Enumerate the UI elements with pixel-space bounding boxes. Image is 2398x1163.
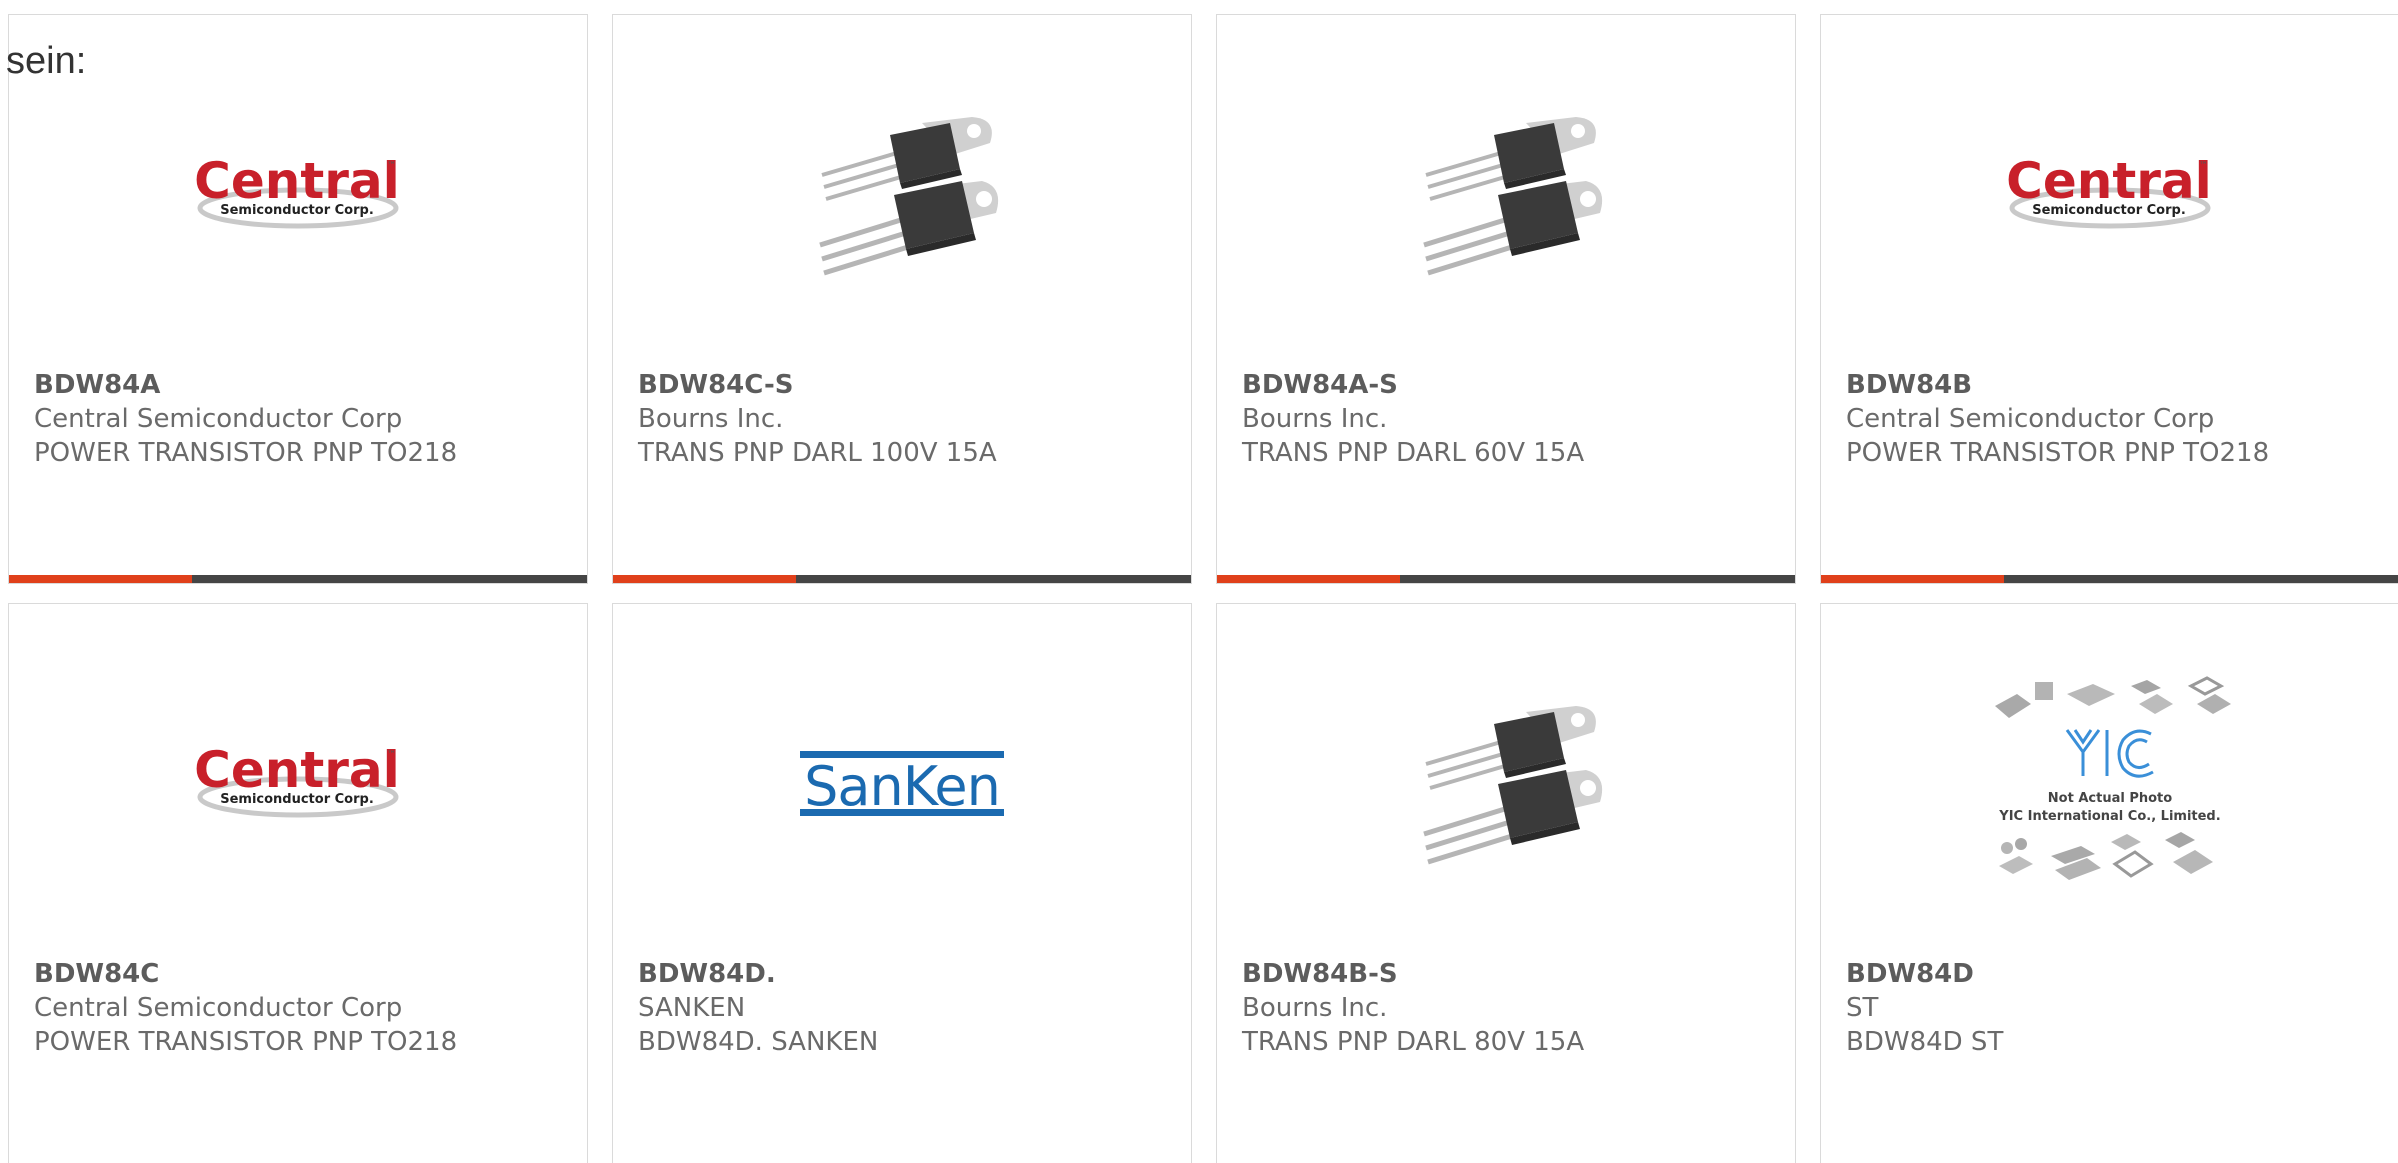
card-bottom-bar <box>1217 575 1795 583</box>
product-image[interactable]: Not Actual Photo YIC International Co., … <box>1821 664 2398 904</box>
product-description: POWER TRANSISTOR PNP TO218 <box>1846 438 2270 468</box>
product-description: TRANS PNP DARL 100V 15A <box>638 438 997 468</box>
card-accent-bar <box>1217 575 1400 583</box>
part-number-link[interactable]: BDW84D <box>1846 957 2389 991</box>
svg-text:Semiconductor Corp.: Semiconductor Corp. <box>2032 203 2186 218</box>
product-info: BDW84B Central Semiconductor Corp POWER … <box>1846 368 2389 470</box>
product-description: BDW84D. SANKEN <box>638 1027 879 1057</box>
central-logo-icon: Central ™ Semiconductor Corp. <box>2006 152 2212 229</box>
card-bottom-bar <box>9 575 587 583</box>
product-info: BDW84B-S Bourns Inc. TRANS PNP DARL 80V … <box>1242 957 1785 1059</box>
product-description: TRANS PNP DARL 80V 15A <box>1242 1027 1585 1057</box>
transistor-photo-icon <box>1423 117 1603 276</box>
lead-text: sein: <box>6 40 87 82</box>
svg-text:Semiconductor Corp.: Semiconductor Corp. <box>220 203 374 218</box>
product-info: BDW84C Central Semiconductor Corp POWER … <box>34 957 577 1059</box>
product-description: POWER TRANSISTOR PNP TO218 <box>34 1027 458 1057</box>
manufacturer-name: Central Semiconductor Corp <box>34 404 403 434</box>
svg-text:Semiconductor Corp.: Semiconductor Corp. <box>220 792 374 807</box>
svg-text:YIC International Co., Limited: YIC International Co., Limited. <box>1998 809 2220 824</box>
manufacturer-name: Bourns Inc. <box>638 404 784 434</box>
product-image[interactable]: Central ™ Semiconductor Corp. <box>9 75 587 315</box>
svg-text:Not Actual Photo: Not Actual Photo <box>2048 791 2172 806</box>
product-description: TRANS PNP DARL 60V 15A <box>1242 438 1585 468</box>
svg-text:™: ™ <box>387 750 396 760</box>
manufacturer-name: Bourns Inc. <box>1242 993 1388 1023</box>
svg-text:Central: Central <box>194 741 400 799</box>
product-info: BDW84D. SANKEN BDW84D. SANKEN <box>638 957 1181 1059</box>
part-number-link[interactable]: BDW84D. <box>638 957 1181 991</box>
search-results-page: sein: Central ™ Semiconductor Corp. BDW8… <box>0 0 2398 1163</box>
sanken-logo-icon: SanKen <box>800 751 1004 818</box>
manufacturer-name: ST <box>1846 993 1879 1023</box>
part-number-link[interactable]: BDW84A-S <box>1242 368 1785 402</box>
product-card[interactable]: SanKen BDW84D. SANKEN BDW84D. SANKEN <box>612 603 1192 1163</box>
part-number-link[interactable]: BDW84C <box>34 957 577 991</box>
central-logo-icon: Central ™ Semiconductor Corp. <box>194 741 400 818</box>
product-image[interactable] <box>1217 664 1795 904</box>
transistor-photo-icon <box>1423 706 1603 865</box>
product-info: BDW84A-S Bourns Inc. TRANS PNP DARL 60V … <box>1242 368 1785 470</box>
product-card[interactable]: Not Actual Photo YIC International Co., … <box>1820 603 2398 1163</box>
product-description: POWER TRANSISTOR PNP TO218 <box>34 438 458 468</box>
product-info: BDW84D ST BDW84D ST <box>1846 957 2389 1059</box>
manufacturer-name: SANKEN <box>638 993 746 1023</box>
product-image[interactable] <box>1217 75 1795 315</box>
product-card[interactable]: Central ™ Semiconductor Corp. BDW84A Cen… <box>8 14 588 584</box>
card-accent-bar <box>9 575 192 583</box>
manufacturer-name: Central Semiconductor Corp <box>1846 404 2215 434</box>
yic-placeholder-icon: Not Actual Photo YIC International Co., … <box>1995 676 2231 880</box>
product-card[interactable]: BDW84B-S Bourns Inc. TRANS PNP DARL 80V … <box>1216 603 1796 1163</box>
card-accent-bar <box>613 575 796 583</box>
svg-text:Central: Central <box>2006 152 2212 210</box>
central-logo-icon: Central ™ Semiconductor Corp. <box>194 152 400 229</box>
product-info: BDW84A Central Semiconductor Corp POWER … <box>34 368 577 470</box>
svg-text:SanKen: SanKen <box>804 755 1000 818</box>
part-number-link[interactable]: BDW84B <box>1846 368 2389 402</box>
product-card[interactable]: Central ™ Semiconductor Corp. BDW84B Cen… <box>1820 14 2398 584</box>
svg-text:™: ™ <box>2199 161 2208 171</box>
card-bottom-bar <box>1821 575 2398 583</box>
product-image[interactable]: SanKen <box>613 664 1191 904</box>
card-bottom-bar <box>613 575 1191 583</box>
product-card[interactable]: BDW84C-S Bourns Inc. TRANS PNP DARL 100V… <box>612 14 1192 584</box>
product-image[interactable]: Central ™ Semiconductor Corp. <box>1821 75 2398 315</box>
product-info: BDW84C-S Bourns Inc. TRANS PNP DARL 100V… <box>638 368 1181 470</box>
card-accent-bar <box>1821 575 2004 583</box>
product-card[interactable]: BDW84A-S Bourns Inc. TRANS PNP DARL 60V … <box>1216 14 1796 584</box>
manufacturer-name: Central Semiconductor Corp <box>34 993 403 1023</box>
product-image[interactable] <box>613 75 1191 315</box>
part-number-link[interactable]: BDW84B-S <box>1242 957 1785 991</box>
part-number-link[interactable]: BDW84A <box>34 368 577 402</box>
manufacturer-name: Bourns Inc. <box>1242 404 1388 434</box>
product-description: BDW84D ST <box>1846 1027 2004 1057</box>
product-card[interactable]: Central ™ Semiconductor Corp. BDW84C Cen… <box>8 603 588 1163</box>
svg-text:Central: Central <box>194 152 400 210</box>
part-number-link[interactable]: BDW84C-S <box>638 368 1181 402</box>
product-image[interactable]: Central ™ Semiconductor Corp. <box>9 664 587 904</box>
transistor-photo-icon <box>819 117 999 276</box>
svg-text:™: ™ <box>387 161 396 171</box>
